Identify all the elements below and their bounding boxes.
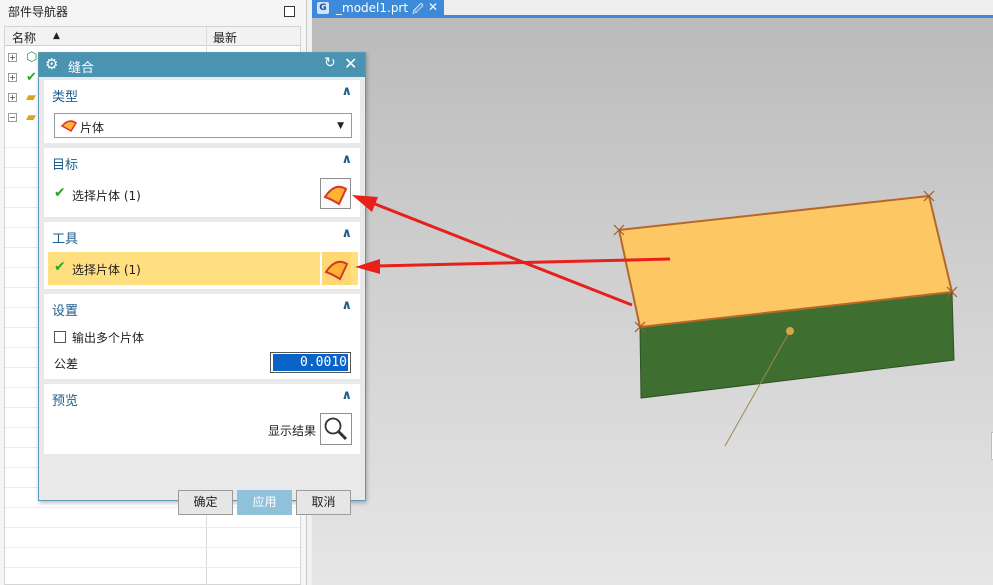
output-multiple-sheets-checkbox[interactable] (54, 331, 66, 343)
preview-section: 预览 ∧ 显示结果 (44, 384, 360, 454)
chevron-up-icon[interactable]: ∧ (341, 226, 352, 241)
chevron-up-icon[interactable]: ∧ (341, 84, 352, 99)
magnifier-icon (324, 417, 348, 441)
settings-gear-icon: ⚙ (45, 55, 59, 73)
folder-icon: ▰ (26, 90, 36, 105)
type-section-title[interactable]: 类型 (52, 86, 78, 105)
chevron-up-icon[interactable]: ∧ (341, 152, 352, 167)
apply-button[interactable]: 应用 (237, 490, 292, 515)
settings-section: 设置 ∧ 输出多个片体 公差 0.0010 (44, 294, 360, 379)
navigator-header: 名称 ▲ 最新 (5, 27, 300, 46)
sheet-body-icon (61, 120, 77, 132)
chevron-down-icon: ▼ (337, 121, 344, 131)
row-divider (5, 547, 300, 548)
sheet-body-icon (323, 185, 348, 206)
maximize-button[interactable] (284, 6, 295, 17)
sort-ascending-icon: ▲ (53, 31, 60, 41)
tool-selection-row[interactable]: ✔ 选择片体 (1) (48, 252, 358, 285)
navigator-title: 部件导航器 (8, 5, 69, 19)
show-result-button[interactable] (320, 413, 352, 445)
type-section: 类型 ∧ 片体 ▼ (44, 80, 360, 143)
type-dropdown[interactable]: 片体 ▼ (54, 113, 352, 138)
tolerance-label: 公差 (54, 357, 79, 371)
show-result-label: 显示结果 (268, 424, 317, 438)
output-multiple-sheets-label: 输出多个片体 (72, 331, 145, 345)
expand-plus-icon[interactable]: + (8, 73, 17, 82)
settings-section-title[interactable]: 设置 (52, 300, 78, 319)
expand-plus-icon[interactable]: + (8, 53, 17, 62)
expand-plus-icon[interactable]: + (8, 93, 17, 102)
check-icon: ✔ (54, 185, 66, 201)
column-name-header[interactable]: 名称 (12, 29, 36, 46)
column-latest-header[interactable]: 最新 (213, 29, 237, 46)
cancel-button[interactable]: 取消 (296, 490, 351, 515)
select-tool-sheet-button[interactable] (320, 252, 351, 285)
collapse-minus-icon[interactable]: − (8, 113, 17, 122)
type-dropdown-value: 片体 (80, 121, 105, 135)
reset-icon[interactable]: ↻ (324, 55, 336, 71)
check-icon: ✔ (26, 70, 37, 85)
tolerance-input[interactable]: 0.0010 (270, 352, 351, 373)
tool-section-title[interactable]: 工具 (52, 228, 78, 247)
close-icon[interactable]: ✕ (344, 54, 357, 73)
chevron-up-icon[interactable]: ∧ (341, 298, 352, 313)
tool-section: 工具 ∧ ✔ 选择片体 (1) (44, 222, 360, 289)
graphics-viewport[interactable]: G _model1.prt 🖉 ✕ 目标 (312, 0, 993, 585)
dialog-body: 类型 ∧ 片体 ▼ 目标 ∧ ✔ 选择片体 (1) 工具 ∧ ✔ 选择片体 (1… (39, 77, 365, 515)
annotation-anchor (786, 327, 794, 335)
dialog-title: 缝合 (68, 61, 95, 76)
sew-dialog: ⚙ 缝合 ↻ ✕ 类型 ∧ 片体 ▼ 目标 ∧ ✔ 选择片体 (1) 工具 ∧ … (38, 52, 366, 515)
target-section: 目标 ∧ ✔ 选择片体 (1) (44, 148, 360, 217)
row-divider (5, 527, 300, 528)
preview-section-title[interactable]: 预览 (52, 390, 78, 409)
target-select-label[interactable]: 选择片体 (1) (72, 187, 141, 204)
dialog-titlebar[interactable]: ⚙ 缝合 ↻ ✕ (39, 53, 365, 77)
ok-button[interactable]: 确定 (178, 490, 233, 515)
check-icon: ✔ (54, 259, 66, 275)
model-scene[interactable] (312, 0, 993, 585)
row-divider (5, 567, 300, 568)
tolerance-value: 0.0010 (273, 354, 348, 371)
target-section-title[interactable]: 目标 (52, 154, 78, 173)
model-views-icon: ⬡ (26, 50, 38, 65)
sheet-body-icon (324, 260, 349, 281)
tool-select-label: 选择片体 (1) (72, 263, 141, 277)
chevron-up-icon[interactable]: ∧ (341, 388, 352, 403)
select-target-sheet-button[interactable] (320, 178, 351, 209)
folder-icon: ▰ (26, 110, 36, 125)
